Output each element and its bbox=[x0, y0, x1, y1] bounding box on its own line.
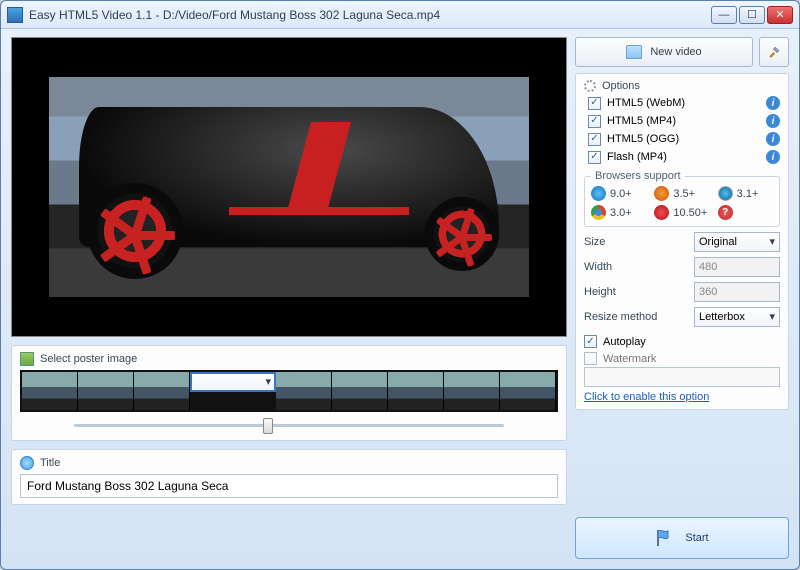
option-label: HTML5 (OGG) bbox=[607, 133, 679, 145]
option-row: ✓ HTML5 (WebM) i bbox=[588, 96, 780, 110]
height-input bbox=[694, 282, 780, 302]
enable-option-link[interactable]: Click to enable this option bbox=[584, 391, 709, 403]
start-label: Start bbox=[685, 532, 708, 544]
minimize-button[interactable]: — bbox=[711, 6, 737, 24]
video-preview[interactable] bbox=[11, 37, 567, 337]
height-label: Height bbox=[584, 286, 616, 298]
thumbnail[interactable] bbox=[332, 372, 388, 410]
option-checkbox[interactable]: ✓ bbox=[588, 115, 601, 128]
info-icon[interactable]: i bbox=[766, 132, 780, 146]
resize-select[interactable]: Letterbox bbox=[694, 307, 780, 327]
browsers-fieldset: Browsers support 9.0+ 3.5+ 3.1+ 3.0+ 10.50+? bbox=[584, 170, 780, 227]
size-label: Size bbox=[584, 236, 605, 248]
autoplay-checkbox[interactable]: ✓ bbox=[584, 335, 597, 348]
unknown-icon: ? bbox=[718, 205, 733, 220]
browser-safari: 3.1+ bbox=[718, 186, 773, 201]
safari-icon bbox=[718, 186, 733, 201]
option-checkbox[interactable]: ✓ bbox=[588, 133, 601, 146]
option-checkbox[interactable]: ✓ bbox=[588, 97, 601, 110]
browser-version: 9.0+ bbox=[610, 188, 632, 200]
thumbnail[interactable] bbox=[190, 372, 276, 392]
option-checkbox[interactable]: ✓ bbox=[588, 151, 601, 164]
browser-opera: 10.50+ bbox=[654, 205, 709, 220]
new-video-label: New video bbox=[650, 46, 701, 58]
title-input[interactable] bbox=[20, 474, 558, 498]
poster-label: Select poster image bbox=[40, 353, 137, 365]
info-icon[interactable]: i bbox=[766, 114, 780, 128]
thumbnail-slider[interactable] bbox=[74, 416, 504, 434]
thumbnail[interactable] bbox=[388, 372, 444, 410]
slider-thumb[interactable] bbox=[263, 418, 273, 434]
autoplay-label: Autoplay bbox=[603, 336, 646, 348]
info-icon[interactable]: i bbox=[766, 96, 780, 110]
titlebar[interactable]: Easy HTML5 Video 1.1 - D:/Video/Ford Mus… bbox=[1, 1, 799, 29]
page-icon bbox=[626, 45, 642, 59]
browser-version: 3.5+ bbox=[673, 188, 695, 200]
thumbnail[interactable] bbox=[276, 372, 332, 410]
flag-icon bbox=[655, 529, 675, 547]
option-label: Flash (MP4) bbox=[607, 151, 667, 163]
poster-panel: Select poster image bbox=[11, 345, 567, 441]
gear-icon bbox=[584, 80, 596, 92]
size-select[interactable]: Original bbox=[694, 232, 780, 252]
ie-icon bbox=[591, 186, 606, 201]
thumbnail[interactable] bbox=[22, 372, 78, 410]
settings-button[interactable] bbox=[759, 37, 789, 67]
browsers-grid: 9.0+ 3.5+ 3.1+ 3.0+ 10.50+? bbox=[591, 186, 773, 220]
app-window: Easy HTML5 Video 1.1 - D:/Video/Ford Mus… bbox=[0, 0, 800, 570]
options-panel: Options ✓ HTML5 (WebM) i ✓ HTML5 (MP4) i ✓ HTML… bbox=[575, 73, 789, 410]
browser-unknown: ? bbox=[718, 205, 773, 220]
maximize-button[interactable]: ☐ bbox=[739, 6, 765, 24]
option-label: HTML5 (WebM) bbox=[607, 97, 685, 109]
tag-icon bbox=[20, 456, 34, 470]
browser-ie: 9.0+ bbox=[591, 186, 646, 201]
new-video-button[interactable]: New video bbox=[575, 37, 753, 67]
option-row: ✓ HTML5 (OGG) i bbox=[588, 132, 780, 146]
info-icon[interactable]: i bbox=[766, 150, 780, 164]
options-label: Options bbox=[602, 80, 640, 92]
browser-firefox: 3.5+ bbox=[654, 186, 709, 201]
window-title: Easy HTML5 Video 1.1 - D:/Video/Ford Mus… bbox=[29, 8, 711, 22]
option-label: HTML5 (MP4) bbox=[607, 115, 676, 127]
image-icon bbox=[20, 352, 34, 366]
browser-version: 3.1+ bbox=[737, 188, 759, 200]
title-label: Title bbox=[40, 457, 60, 469]
browser-version: 3.0+ bbox=[610, 207, 632, 219]
watermark-input bbox=[584, 367, 780, 387]
browsers-label: Browsers support bbox=[591, 170, 685, 182]
preview-image bbox=[49, 77, 529, 297]
title-panel: Title bbox=[11, 449, 567, 505]
resize-label: Resize method bbox=[584, 311, 657, 323]
width-input bbox=[694, 257, 780, 277]
watermark-checkbox[interactable]: ✓ bbox=[584, 352, 597, 365]
thumbnail-strip[interactable] bbox=[20, 370, 558, 412]
option-row: ✓ HTML5 (MP4) i bbox=[588, 114, 780, 128]
opera-icon bbox=[654, 205, 669, 220]
tools-icon bbox=[768, 43, 780, 61]
browser-chrome: 3.0+ bbox=[591, 205, 646, 220]
chrome-icon bbox=[591, 205, 606, 220]
thumbnail[interactable] bbox=[444, 372, 500, 410]
app-icon bbox=[7, 7, 23, 23]
options-list: ✓ HTML5 (WebM) i ✓ HTML5 (MP4) i ✓ HTML5 (OGG) i… bbox=[584, 96, 780, 164]
width-label: Width bbox=[584, 261, 612, 273]
browser-version: 10.50+ bbox=[673, 207, 707, 219]
thumbnail[interactable] bbox=[500, 372, 556, 410]
close-button[interactable]: ✕ bbox=[767, 6, 793, 24]
start-button[interactable]: Start bbox=[575, 517, 789, 559]
thumbnail[interactable] bbox=[134, 372, 190, 410]
option-row: ✓ Flash (MP4) i bbox=[588, 150, 780, 164]
watermark-label: Watermark bbox=[603, 353, 656, 365]
thumbnail[interactable] bbox=[78, 372, 134, 410]
firefox-icon bbox=[654, 186, 669, 201]
